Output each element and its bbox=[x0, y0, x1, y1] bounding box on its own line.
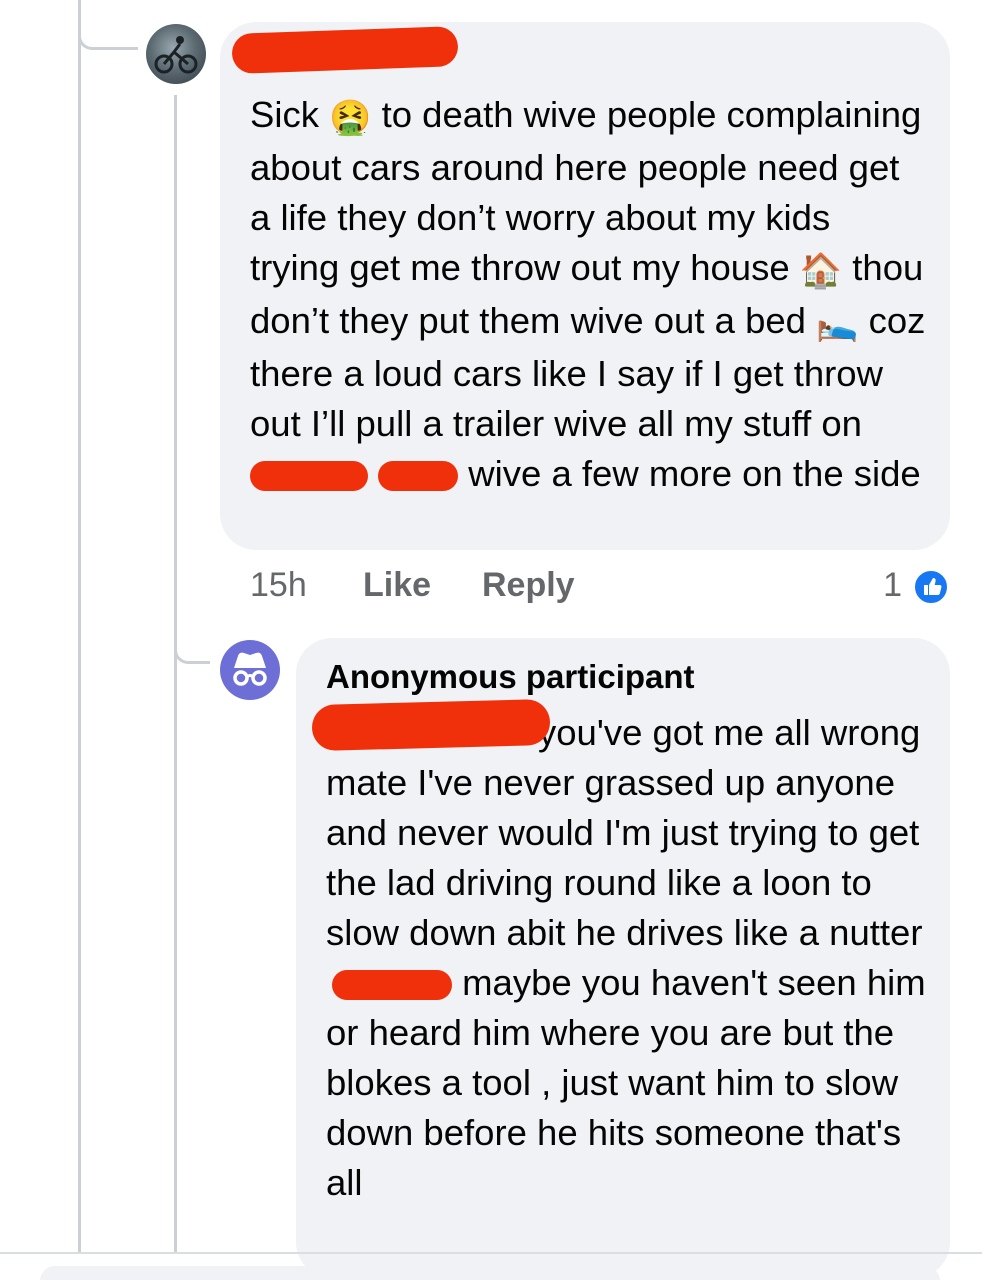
redaction-mark bbox=[250, 461, 368, 492]
house-icon: 🏠 bbox=[799, 251, 843, 291]
redaction-mark bbox=[378, 461, 459, 492]
anonymous-avatar[interactable] bbox=[220, 640, 280, 700]
redacted-author-name bbox=[231, 26, 459, 74]
comment-text-segment: Sick bbox=[250, 94, 330, 135]
comment-timestamp[interactable]: 15h bbox=[250, 566, 307, 605]
like-button[interactable]: Like bbox=[363, 566, 431, 605]
comment-text: Sick 🤮 to death wive people complaining … bbox=[250, 90, 926, 499]
comment-text: you've got me all wrong mate I've never … bbox=[326, 708, 926, 1208]
reaction-count[interactable]: 1 bbox=[883, 566, 902, 605]
commenter-avatar[interactable] bbox=[146, 24, 206, 84]
comment-actions: 15h Like Reply 1 bbox=[250, 566, 950, 610]
thumbs-up-icon[interactable] bbox=[912, 568, 950, 606]
comment-author[interactable]: Anonymous participant bbox=[326, 658, 926, 696]
thread-connector-2 bbox=[174, 600, 210, 664]
incognito-icon bbox=[233, 652, 267, 686]
divider bbox=[0, 1252, 982, 1254]
thread-line-inner bbox=[174, 95, 177, 1252]
comment-thread: Sick 🤮 to death wive people complaining … bbox=[0, 0, 982, 1280]
comment-text-segment: wive a few more on the side bbox=[458, 453, 921, 494]
reply-button[interactable]: Reply bbox=[482, 566, 575, 605]
redacted-tagged-name bbox=[311, 698, 551, 752]
comment-composer-edge[interactable] bbox=[40, 1266, 940, 1280]
thread-connector-1 bbox=[78, 0, 138, 50]
comment-bubble: Sick 🤮 to death wive people complaining … bbox=[220, 22, 950, 550]
person-in-bed-icon: 🛌 bbox=[816, 304, 859, 344]
cyclist-photo-icon bbox=[154, 36, 198, 74]
thread-line-outer bbox=[78, 0, 81, 1252]
redaction-mark bbox=[332, 970, 452, 1001]
nauseated-face-icon: 🤮 bbox=[329, 98, 372, 138]
